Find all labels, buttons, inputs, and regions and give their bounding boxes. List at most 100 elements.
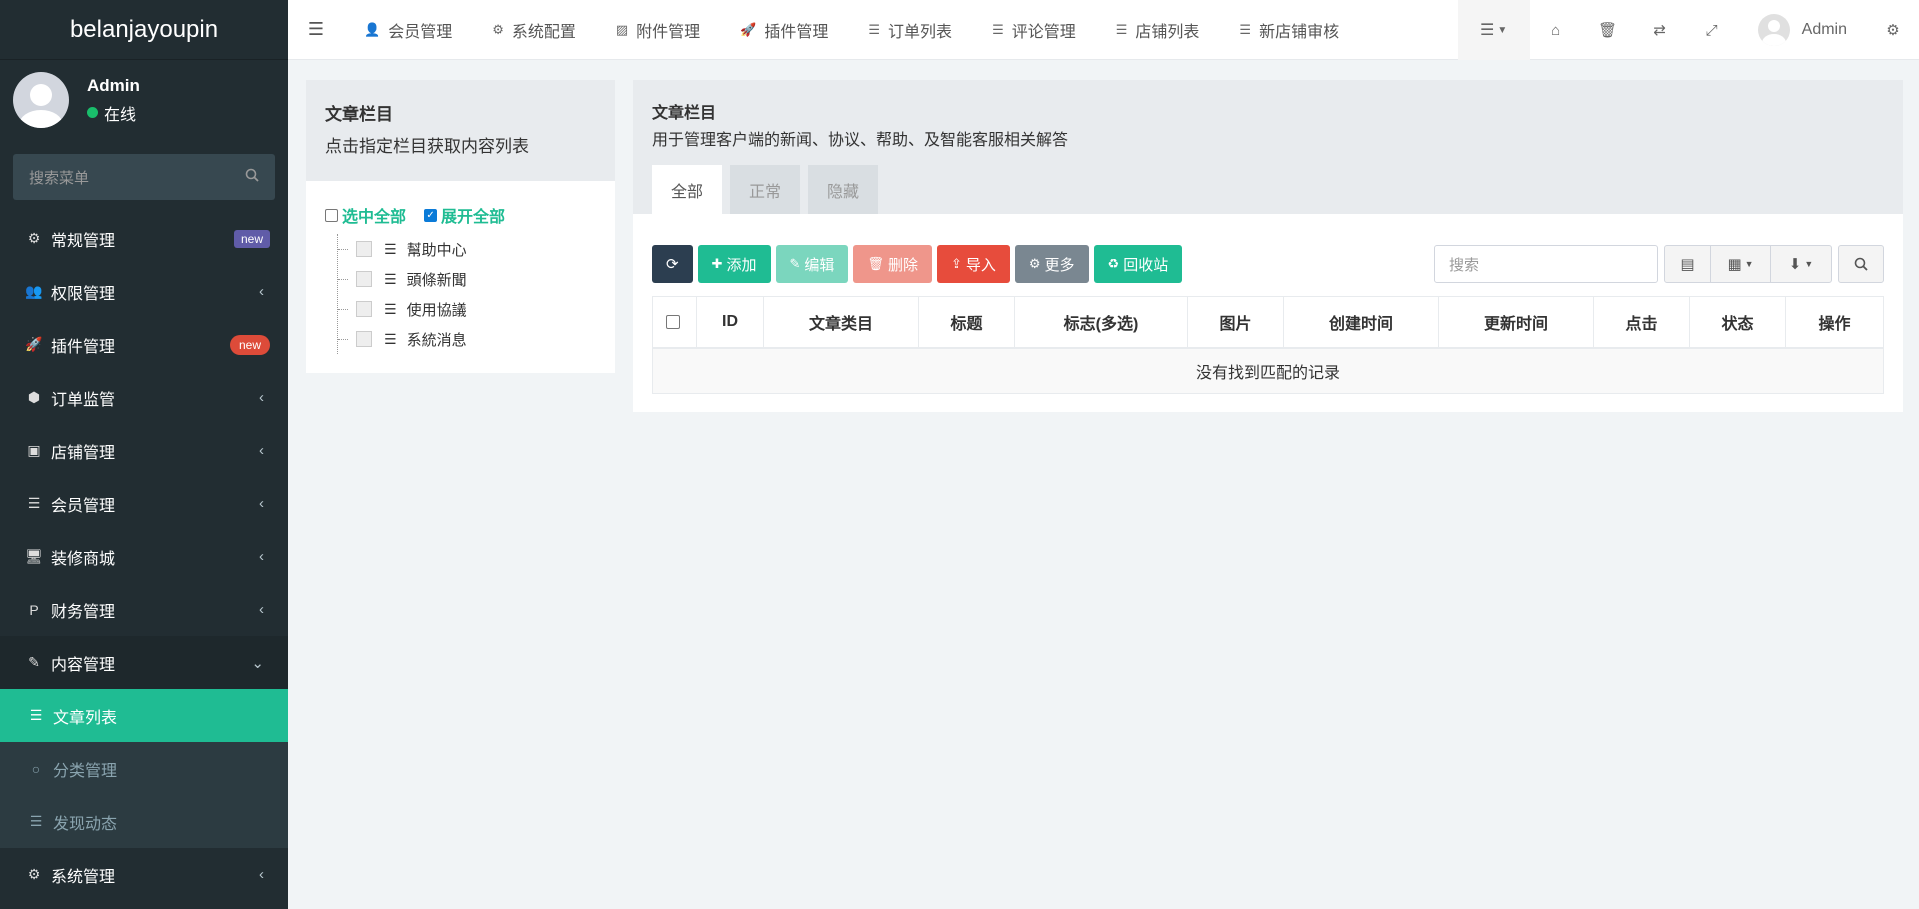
expand-all-label[interactable]: 展开全部 — [441, 203, 505, 227]
sidebar-item-system[interactable]: ⚙ 系统管理 ‹ — [0, 848, 288, 901]
sidebar-item-discover[interactable]: ☰ 发现动态 — [0, 795, 288, 848]
column-header[interactable]: 标志(多选) — [1015, 297, 1188, 347]
new-badge: new — [233, 229, 270, 248]
sidebar-item-label: 店铺管理 — [51, 444, 116, 462]
tree-node[interactable]: ☰ 系統消息 — [338, 324, 596, 354]
import-button[interactable]: ⇪ 导入 — [936, 245, 1010, 283]
column-header[interactable]: 图片 — [1188, 297, 1284, 347]
fullscreen-icon[interactable]: ⤢ — [1686, 0, 1738, 60]
nav-label: 附件管理 — [636, 23, 701, 41]
menu-toggle-icon[interactable]: ☰ — [288, 0, 344, 60]
tree-node-checkbox[interactable] — [356, 301, 372, 317]
tree-node-checkbox[interactable] — [356, 241, 372, 257]
sidebar-item-decoration[interactable]: 🖥 装修商城 ‹ — [0, 530, 288, 583]
nav-shop-list[interactable]: ☰ 店铺列表 — [1096, 0, 1220, 60]
select-all-checkbox[interactable] — [325, 208, 338, 222]
category-panel-subtitle: 点击指定栏目获取内容列表 — [325, 137, 529, 156]
list-icon: ☰ — [1480, 22, 1495, 39]
rocket-icon: 🚀 — [740, 21, 757, 37]
column-header[interactable]: 创建时间 — [1284, 297, 1439, 347]
user-name: Admin — [87, 75, 140, 95]
recycle-icon: ♻ — [1107, 256, 1120, 271]
tree-node-label[interactable]: 幫助中心 — [407, 239, 467, 260]
column-header[interactable]: 文章类目 — [764, 297, 919, 347]
menu-search-input[interactable]: 搜索菜单 — [13, 154, 275, 200]
column-header[interactable]: ID — [697, 297, 764, 347]
delete-button[interactable]: 🗑 删除 — [853, 245, 932, 283]
trash-icon[interactable]: 🗑 — [1582, 0, 1634, 60]
cog-icon: ⚙ — [492, 21, 504, 37]
cube-icon: ⬢ — [27, 389, 41, 405]
tab-normal[interactable]: 正常 — [730, 165, 801, 214]
sidebar-item-shops[interactable]: ▣ 店铺管理 ‹ — [0, 424, 288, 477]
tree-node-label[interactable]: 系統消息 — [407, 329, 467, 350]
chevron-left-icon: ‹ — [259, 283, 264, 300]
edit-button[interactable]: ✎ 编辑 — [775, 245, 849, 283]
recycle-bin-button[interactable]: ♻ 回收站 — [1093, 245, 1183, 283]
sidebar-item-permission[interactable]: 👥 权限管理 ‹ — [0, 265, 288, 318]
sidebar-item-general[interactable]: ⚙ 常规管理 new — [0, 212, 288, 265]
sidebar-item-article-list[interactable]: ☰ 文章列表 — [0, 689, 288, 742]
tree-node[interactable]: ☰ 幫助中心 — [338, 234, 596, 264]
settings-icon[interactable]: ⚙ — [1867, 0, 1919, 60]
paypal-icon: P — [29, 601, 39, 618]
brand-logo[interactable]: belanjayoupin — [0, 0, 288, 60]
add-button[interactable]: ✚ 添加 — [697, 245, 771, 283]
home-icon[interactable]: ⌂ — [1530, 0, 1582, 60]
list-icon: ☰ — [384, 300, 397, 317]
tree-node[interactable]: ☰ 使用協議 — [338, 294, 596, 324]
nav-plugins[interactable]: 🚀 插件管理 — [720, 0, 848, 60]
tree-node-checkbox[interactable] — [356, 271, 372, 287]
columns-toggle-icon[interactable]: ▦ ▼ — [1711, 246, 1771, 282]
nav-attachment[interactable]: ▨ 附件管理 — [596, 0, 720, 60]
export-icon[interactable]: ⬇ ▼ — [1771, 246, 1831, 282]
card-view-icon[interactable]: ▤ — [1665, 246, 1711, 282]
search-button[interactable] — [1838, 245, 1884, 283]
nav-comments[interactable]: ☰ 评论管理 — [972, 0, 1096, 60]
refresh-button[interactable]: ⟳ — [652, 245, 693, 283]
nav-order-list[interactable]: ☰ 订单列表 — [848, 0, 972, 60]
column-header[interactable]: 点击 — [1594, 297, 1690, 347]
nav-dropdown-toggle[interactable]: ☰ ▼ — [1457, 0, 1530, 60]
avatar — [1757, 14, 1790, 46]
language-icon[interactable]: ⇄ — [1634, 0, 1686, 60]
table-search-input[interactable]: 搜索 — [1434, 245, 1658, 283]
circle-icon: ○ — [31, 760, 41, 777]
nav-system-config[interactable]: ⚙ 系统配置 — [472, 0, 596, 60]
select-all-label[interactable]: 选中全部 — [342, 203, 406, 227]
tree-node[interactable]: ☰ 頭條新聞 — [338, 264, 596, 294]
chevron-down-icon: ⌄ — [251, 654, 264, 672]
nav-member[interactable]: 👤 会员管理 — [344, 0, 472, 60]
user-menu[interactable]: Admin — [1738, 0, 1867, 60]
select-all-rows-checkbox[interactable] — [665, 315, 680, 329]
online-dot-icon — [87, 107, 98, 118]
sidebar-item-members[interactable]: ☰ 会员管理 ‹ — [0, 477, 288, 530]
sidebar-item-finance[interactable]: P 财务管理 ‹ — [0, 583, 288, 636]
column-header[interactable]: 状态 — [1690, 297, 1786, 347]
button-label: 删除 — [887, 256, 918, 274]
sidebar-item-category[interactable]: ○ 分类管理 — [0, 742, 288, 795]
expand-all-checkbox[interactable]: ✓ — [424, 208, 438, 222]
tree-node-checkbox[interactable] — [356, 331, 372, 347]
tree-node-label[interactable]: 使用協議 — [407, 299, 467, 320]
article-table: ID 文章类目 标题 标志(多选) 图片 创建时间 更新时间 点击 状态 操作 … — [652, 296, 1884, 394]
list-icon: ☰ — [992, 21, 1004, 37]
user-panel: Admin 在线 — [0, 60, 288, 140]
sidebar-item-plugins[interactable]: 🚀 插件管理 new — [0, 318, 288, 371]
sidebar-item-orders[interactable]: ⬢ 订单监管 ‹ — [0, 371, 288, 424]
chevron-left-icon: ‹ — [259, 601, 264, 618]
button-label: 添加 — [726, 256, 757, 274]
tab-all[interactable]: 全部 — [652, 165, 723, 214]
list-icon: ☰ — [29, 813, 43, 829]
tree-node-label[interactable]: 頭條新聞 — [407, 269, 467, 290]
tab-hidden[interactable]: 隐藏 — [808, 165, 879, 214]
column-header[interactable]: 更新时间 — [1439, 297, 1594, 347]
button-label: 回收站 — [1123, 256, 1169, 274]
more-button[interactable]: ⚙ 更多 — [1014, 245, 1089, 283]
column-header[interactable]: 操作 — [1786, 297, 1883, 347]
user-icon: 👤 — [364, 21, 381, 37]
sidebar-item-content[interactable]: ✎ 内容管理 ⌄ — [0, 636, 288, 689]
column-header[interactable]: 标题 — [919, 297, 1015, 347]
table-right-tools: 搜索 ▤ ▦ ▼ ⬇ ▼ — [1434, 245, 1884, 283]
nav-shop-review[interactable]: ☰ 新店铺审核 — [1219, 0, 1359, 60]
